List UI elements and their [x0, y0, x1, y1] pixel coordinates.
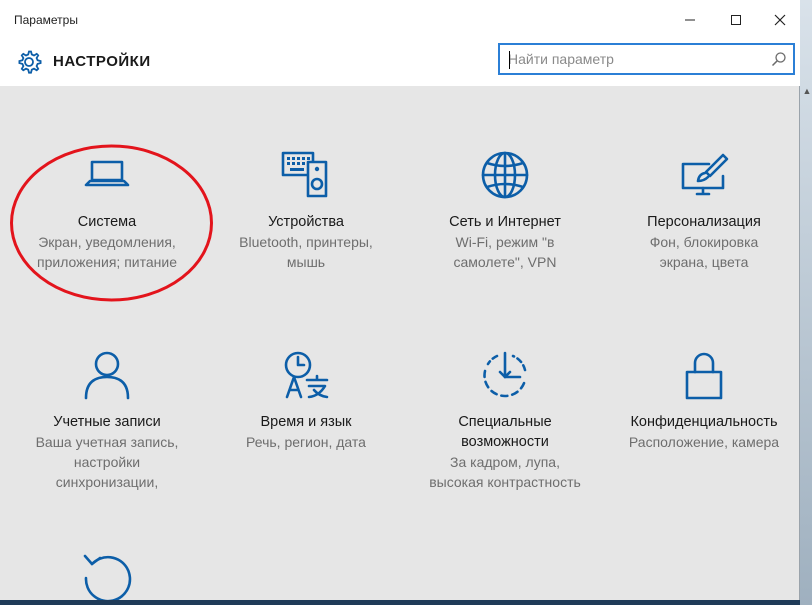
- tile-devices-desc-2: мышь: [286, 254, 326, 270]
- tile-time-language-desc-1: Речь, регион, дата: [246, 434, 366, 450]
- taskbar-edge: [0, 600, 800, 605]
- tile-system-desc-1: Экран, уведомления,: [38, 234, 176, 250]
- title-bar[interactable]: Параметры: [0, 0, 800, 40]
- close-button[interactable]: [760, 0, 800, 40]
- search-icon[interactable]: [771, 51, 787, 67]
- maximize-button[interactable]: [716, 0, 756, 40]
- tile-network-name: Сеть и Интернет: [449, 214, 561, 230]
- text-caret: [509, 51, 510, 69]
- tile-accessibility-desc-2: высокая контрастность: [429, 474, 581, 490]
- tile-accessibility-name-2: возможности: [461, 434, 549, 450]
- minimize-icon: [685, 19, 695, 21]
- tile-system[interactable]: Система Экран, уведомления, приложения; …: [12, 150, 202, 340]
- tile-accessibility-name: Специальные: [458, 414, 552, 430]
- tile-accessibility-desc-1: За кадром, лупа,: [450, 454, 560, 470]
- tile-personalization-desc-2: экрана, цвета: [659, 254, 749, 270]
- search-input[interactable]: [508, 50, 763, 68]
- tile-personalization-desc-1: Фон, блокировка: [649, 234, 759, 250]
- settings-window: Параметры НАСТРОЙКИ Найти параметр Систе…: [0, 0, 800, 605]
- tile-personalization-name: Персонализация: [647, 214, 761, 230]
- accessibility-icon: [483, 351, 527, 398]
- window-title: Параметры: [14, 13, 78, 27]
- tile-network[interactable]: Сеть и Интернет Wi-Fi, режим "в самолете…: [410, 150, 600, 340]
- tile-devices-name: Устройства: [268, 214, 344, 230]
- tile-network-desc-2: самолете", VPN: [453, 254, 557, 270]
- tile-accounts[interactable]: Учетные записи Ваша учетная запись, наст…: [12, 350, 202, 540]
- personalization-icon: [681, 153, 729, 196]
- tile-accessibility[interactable]: Специальные возможности За кадром, лупа,…: [410, 350, 600, 540]
- tile-time-language-name: Время и язык: [260, 414, 352, 430]
- devices-icon: [281, 151, 328, 198]
- tile-time-language[interactable]: Время и язык Речь, регион, дата: [211, 350, 401, 540]
- tile-accounts-desc-3: синхронизации,: [55, 474, 159, 490]
- laptop-icon: [84, 160, 130, 187]
- tile-network-desc-1: Wi-Fi, режим "в: [455, 234, 555, 250]
- minimize-button[interactable]: [670, 0, 710, 40]
- person-icon: [84, 351, 130, 400]
- scroll-up-arrow[interactable]: ▲: [802, 86, 812, 96]
- tile-accounts-name: Учетные записи: [53, 414, 161, 430]
- gear-icon: [18, 50, 42, 74]
- tile-privacy-desc-1: Расположение, камера: [628, 434, 780, 450]
- tile-devices-desc-1: Bluetooth, принтеры,: [239, 234, 373, 250]
- maximize-icon: [731, 15, 741, 25]
- close-icon: [774, 14, 786, 26]
- tile-accounts-desc-1: Ваша учетная запись,: [35, 434, 179, 450]
- update-icon: [83, 554, 132, 600]
- tile-system-desc-2: приложения; питание: [37, 254, 177, 270]
- tile-devices[interactable]: Устройства Bluetooth, принтеры, мышь: [211, 150, 401, 340]
- tile-system-name: Система: [77, 214, 137, 230]
- time-language-icon: [284, 351, 329, 399]
- page-title: НАСТРОЙКИ: [53, 53, 151, 70]
- tile-privacy-name: Конфиденциальность: [630, 414, 778, 430]
- search-box[interactable]: [498, 43, 795, 75]
- tile-update-security[interactable]: [12, 550, 202, 600]
- globe-icon: [481, 151, 529, 199]
- tile-accounts-desc-2: настройки: [73, 454, 141, 470]
- lock-icon: [685, 352, 723, 400]
- tile-privacy[interactable]: Конфиденциальность Расположение, камера: [609, 350, 799, 540]
- tile-personalization[interactable]: Персонализация Фон, блокировка экрана, ц…: [609, 150, 799, 340]
- settings-header: НАСТРОЙКИ: [0, 40, 800, 86]
